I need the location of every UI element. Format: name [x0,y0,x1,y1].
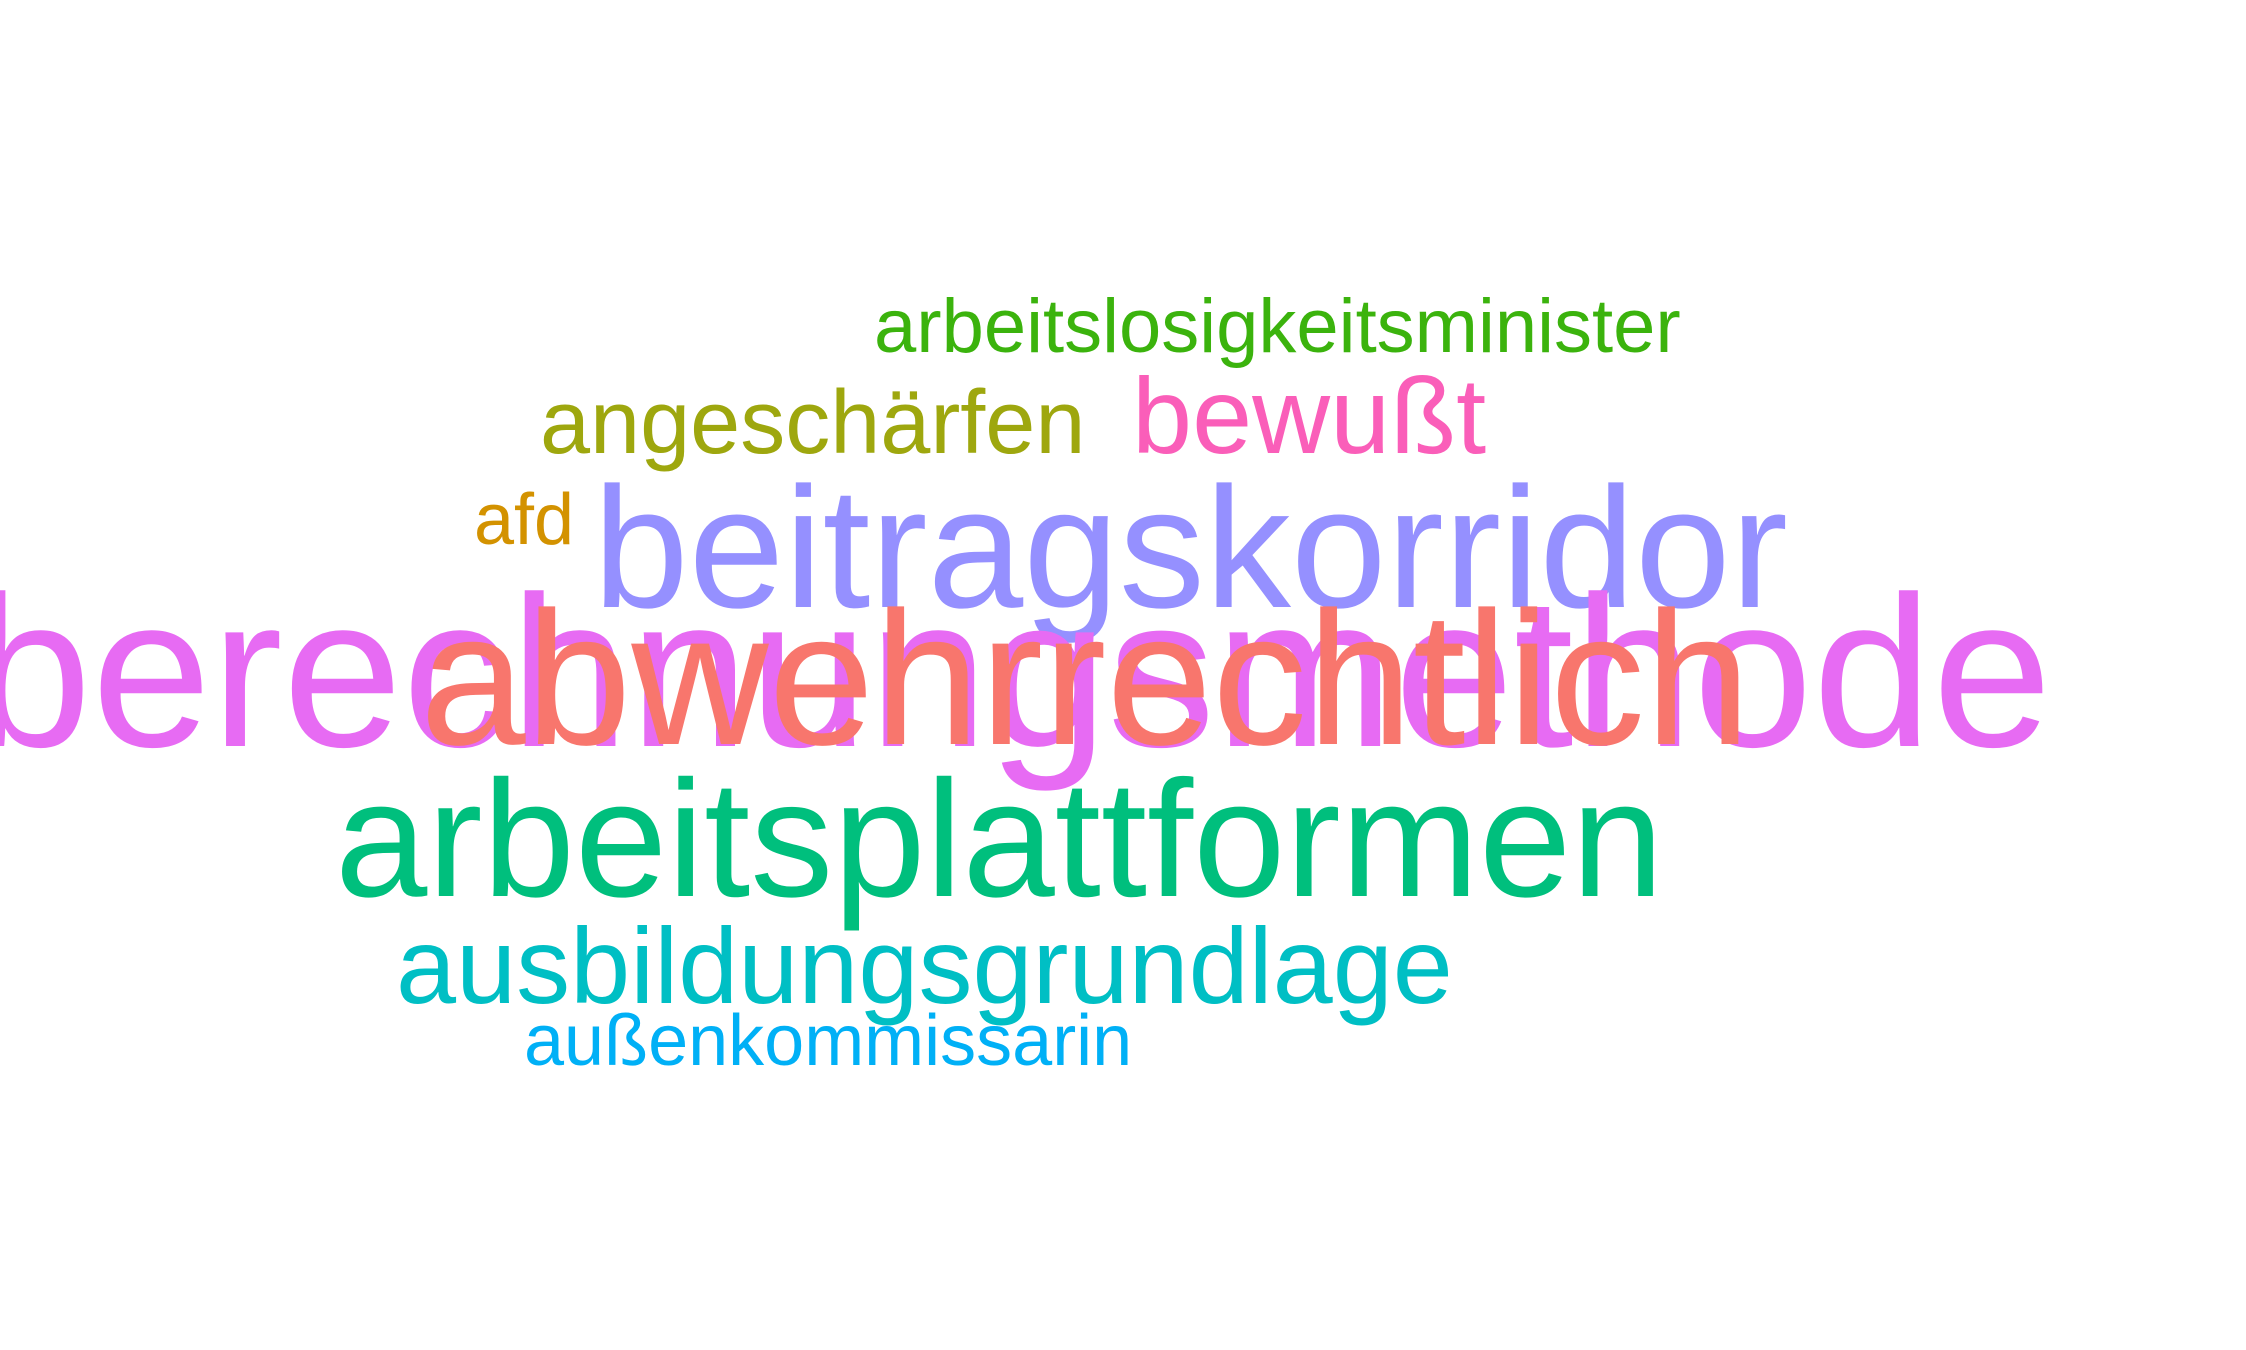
word-arbeitslosigkeitsminister: arbeitslosigkeitsminister [874,284,1681,369]
word-abwehrrechtlich: abwehrrechtlich [420,573,1751,785]
word-cloud: arbeitslosigkeitsminister angeschärfen b… [0,0,2246,1350]
word-afd: afd [474,480,575,560]
word-arbeitsplattformen: arbeitsplattformen [335,747,1664,932]
word-aussenkommissarin: außenkommissarin [524,1001,1133,1081]
